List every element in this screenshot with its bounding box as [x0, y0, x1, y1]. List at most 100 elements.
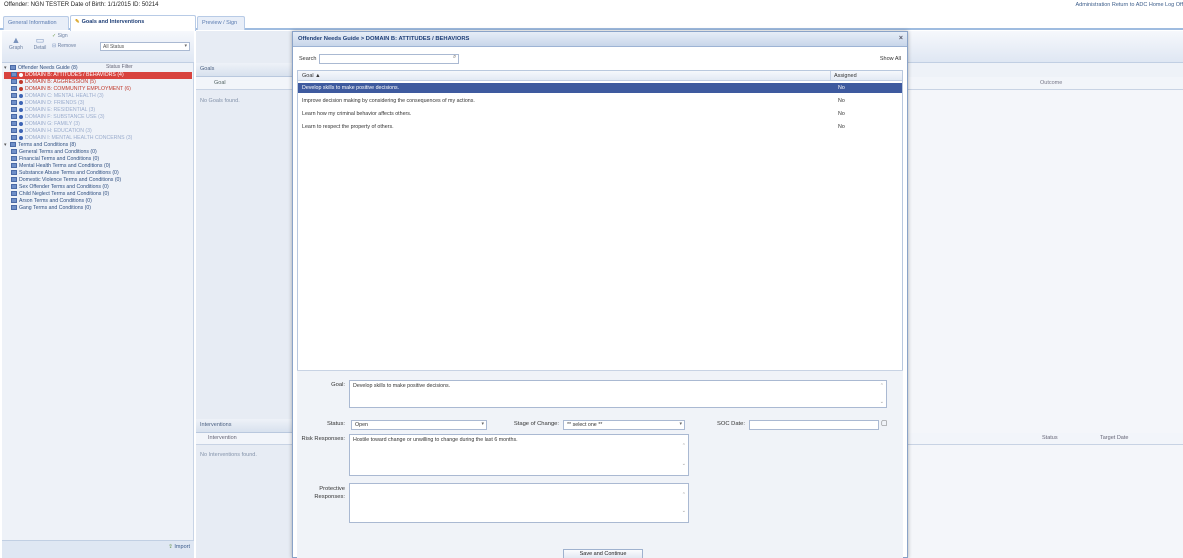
tree-terms-label: Terms and Conditions (8) — [18, 142, 76, 148]
detail-button[interactable]: ▭ Detail — [30, 35, 50, 51]
tree-domain-item[interactable]: DOMAIN I: MENTAL HEALTH CONCERNS (3) — [4, 135, 192, 142]
chevron-down-icon: ▾ — [679, 421, 682, 427]
tree: ▾ Offender Needs Guide (8) DOMAIN B: ATTI… — [4, 65, 192, 212]
goals-area — [196, 31, 292, 558]
import-button[interactable]: ⇪ Import — [168, 544, 190, 550]
tab-goals-and-interventions[interactable]: ✎ Goals and Interventions — [70, 15, 196, 31]
tree-domain-item[interactable]: DOMAIN C: MENTAL HEALTH (3) — [4, 93, 192, 100]
sign-button[interactable]: ✓ Sign — [52, 33, 82, 39]
search-input[interactable] — [319, 54, 459, 64]
document-icon — [11, 163, 17, 169]
status-select[interactable]: Open ▾ — [351, 420, 487, 430]
outcome-column-header[interactable]: Outcome — [1040, 80, 1062, 86]
status-filter-select[interactable]: All Status ▾ — [100, 42, 190, 51]
remove-button[interactable]: ⊟ Remove — [52, 43, 92, 49]
stage-of-change-label: Stage of Change: — [513, 421, 559, 427]
tree-term-item[interactable]: Sex Offender Terms and Conditions (0) — [4, 184, 192, 191]
document-icon — [11, 79, 17, 85]
assigned-column-header[interactable]: Assigned — [834, 73, 857, 79]
offender-info: Offender: NGN TESTER Date of Birth: 1/1/… — [4, 2, 159, 8]
document-icon — [11, 72, 17, 78]
scroll-down-icon[interactable]: ⌄ — [880, 399, 884, 405]
goal-cell: Develop skills to make positive decision… — [302, 85, 400, 91]
document-icon — [11, 191, 17, 197]
status-dot-icon — [19, 72, 23, 77]
top-links[interactable]: Administration Return to ADC Home Log Of… — [1075, 2, 1183, 8]
assigned-cell: No — [838, 124, 845, 130]
risk-responses-textarea[interactable]: Hostile toward change or unwilling to ch… — [349, 434, 689, 476]
tree-domain-item[interactable]: DOMAIN H: EDUCATION (3) — [4, 128, 192, 135]
scroll-up-icon[interactable]: ⌃ — [682, 492, 686, 498]
goal-row[interactable]: Develop skills to make positive decision… — [298, 83, 902, 93]
status-column-header[interactable]: Status — [1042, 435, 1058, 441]
goal-column-header[interactable]: Goal ▲ — [302, 73, 321, 79]
protective-responses-textarea[interactable]: ⌃ ⌄ — [349, 483, 689, 523]
stage-of-change-value: ** select one ** — [567, 422, 603, 428]
tree-domain-item[interactable]: DOMAIN B: ATTITUDES / BEHAVIORS (4) — [4, 72, 192, 79]
graph-button[interactable]: ▲ Graph — [6, 35, 26, 51]
goal-row[interactable]: Improve decision making by considering t… — [298, 96, 902, 106]
assigned-cell: No — [838, 98, 845, 104]
show-all-link[interactable]: Show All — [880, 56, 901, 62]
tree-domain-label: DOMAIN E: RESIDENTIAL (3) — [25, 107, 96, 113]
scroll-up-icon[interactable]: ⌃ — [682, 443, 686, 449]
goal-cell: Learn to respect the property of others. — [302, 124, 394, 130]
document-icon — [11, 100, 17, 106]
goal-row[interactable]: Learn how my criminal behavior affects o… — [298, 109, 902, 119]
dialog-title: Offender Needs Guide > DOMAIN B: ATTITUD… — [298, 36, 470, 42]
tree-term-item[interactable]: Child Neglect Terms and Conditions (0) — [4, 191, 192, 198]
tree-domain-item[interactable]: DOMAIN D: FRIENDS (3) — [4, 100, 192, 107]
document-icon — [11, 107, 17, 113]
soc-date-input[interactable] — [749, 420, 879, 430]
tree-term-item[interactable]: Domestic Violence Terms and Conditions (… — [4, 177, 192, 184]
stage-of-change-select[interactable]: ** select one ** ▾ — [563, 420, 685, 430]
search-icon[interactable]: ⌕ — [453, 54, 456, 61]
assigned-cell: No — [838, 85, 845, 91]
tab-preview-sign[interactable]: Preview / Sign — [197, 16, 245, 30]
tree-term-item[interactable]: Mental Health Terms and Conditions (0) — [4, 163, 192, 170]
target-date-column-header[interactable]: Target Date — [1100, 435, 1128, 441]
tree-term-item[interactable]: General Terms and Conditions (0) — [4, 149, 192, 156]
goals-column-header[interactable]: Goal — [196, 77, 292, 90]
tree-domain-item[interactable]: DOMAIN F: SUBSTANCE USE (3) — [4, 114, 192, 121]
scroll-down-icon[interactable]: ⌄ — [682, 508, 686, 514]
folder-icon — [10, 142, 16, 148]
tree-term-label: Mental Health Terms and Conditions (0) — [19, 163, 111, 169]
calendar-icon[interactable]: ▢ — [881, 419, 888, 427]
tree-term-item[interactable]: Financial Terms and Conditions (0) — [4, 156, 192, 163]
scroll-up-icon[interactable]: ⌃ — [880, 383, 884, 389]
goal-grid: Goal ▲ Assigned Develop skills to make p… — [297, 70, 903, 402]
tree-term-label: Substance Abuse Terms and Conditions (0) — [19, 170, 119, 176]
tree-term-item[interactable]: Arson Terms and Conditions (0) — [4, 198, 192, 205]
risk-responses-label: Risk Responses: — [301, 436, 346, 442]
tree-root-terms[interactable]: ▾ Terms and Conditions (8) — [4, 142, 192, 149]
top-header: Offender: NGN TESTER Date of Birth: 1/1/… — [0, 0, 1183, 12]
import-icon: ⇪ — [168, 544, 173, 550]
import-label: Import — [174, 544, 190, 550]
pencil-icon: ✎ — [75, 19, 80, 25]
sign-label: Sign — [57, 33, 68, 39]
save-and-continue-button[interactable]: Save and Continue — [563, 549, 643, 558]
tree-domain-item[interactable]: DOMAIN E: RESIDENTIAL (3) — [4, 107, 192, 114]
chevron-down-icon: ▾ — [481, 421, 484, 427]
interventions-column-header[interactable]: Intervention — [196, 433, 292, 445]
goal-textarea[interactable]: Develop skills to make positive decision… — [349, 380, 887, 408]
grid-header: Goal ▲ Assigned — [298, 71, 902, 81]
tree-domain-item[interactable]: DOMAIN B: AGGRESSION (5) — [4, 79, 192, 86]
tree-term-label: Gang Terms and Conditions (0) — [19, 205, 91, 211]
scroll-down-icon[interactable]: ⌄ — [682, 461, 686, 467]
tab-general-information[interactable]: General Information — [3, 16, 69, 30]
folder-icon — [10, 65, 16, 71]
tree-root-ong[interactable]: ▾ Offender Needs Guide (8) — [4, 65, 192, 72]
tab-label: Goals and Interventions — [81, 19, 145, 25]
tree-term-item[interactable]: Substance Abuse Terms and Conditions (0) — [4, 170, 192, 177]
close-icon[interactable]: × — [899, 35, 903, 42]
document-icon — [11, 205, 17, 211]
no-goals-message: No Goals found. — [200, 98, 240, 104]
document-icon — [11, 114, 17, 120]
goal-row[interactable]: Learn to respect the property of others.… — [298, 122, 902, 132]
document-icon — [11, 177, 17, 183]
tree-term-item[interactable]: Gang Terms and Conditions (0) — [4, 205, 192, 212]
tree-domain-item[interactable]: DOMAIN G: FAMILY (3) — [4, 121, 192, 128]
tree-domain-item[interactable]: DOMAIN B: COMMUNITY EMPLOYMENT (6) — [4, 86, 192, 93]
